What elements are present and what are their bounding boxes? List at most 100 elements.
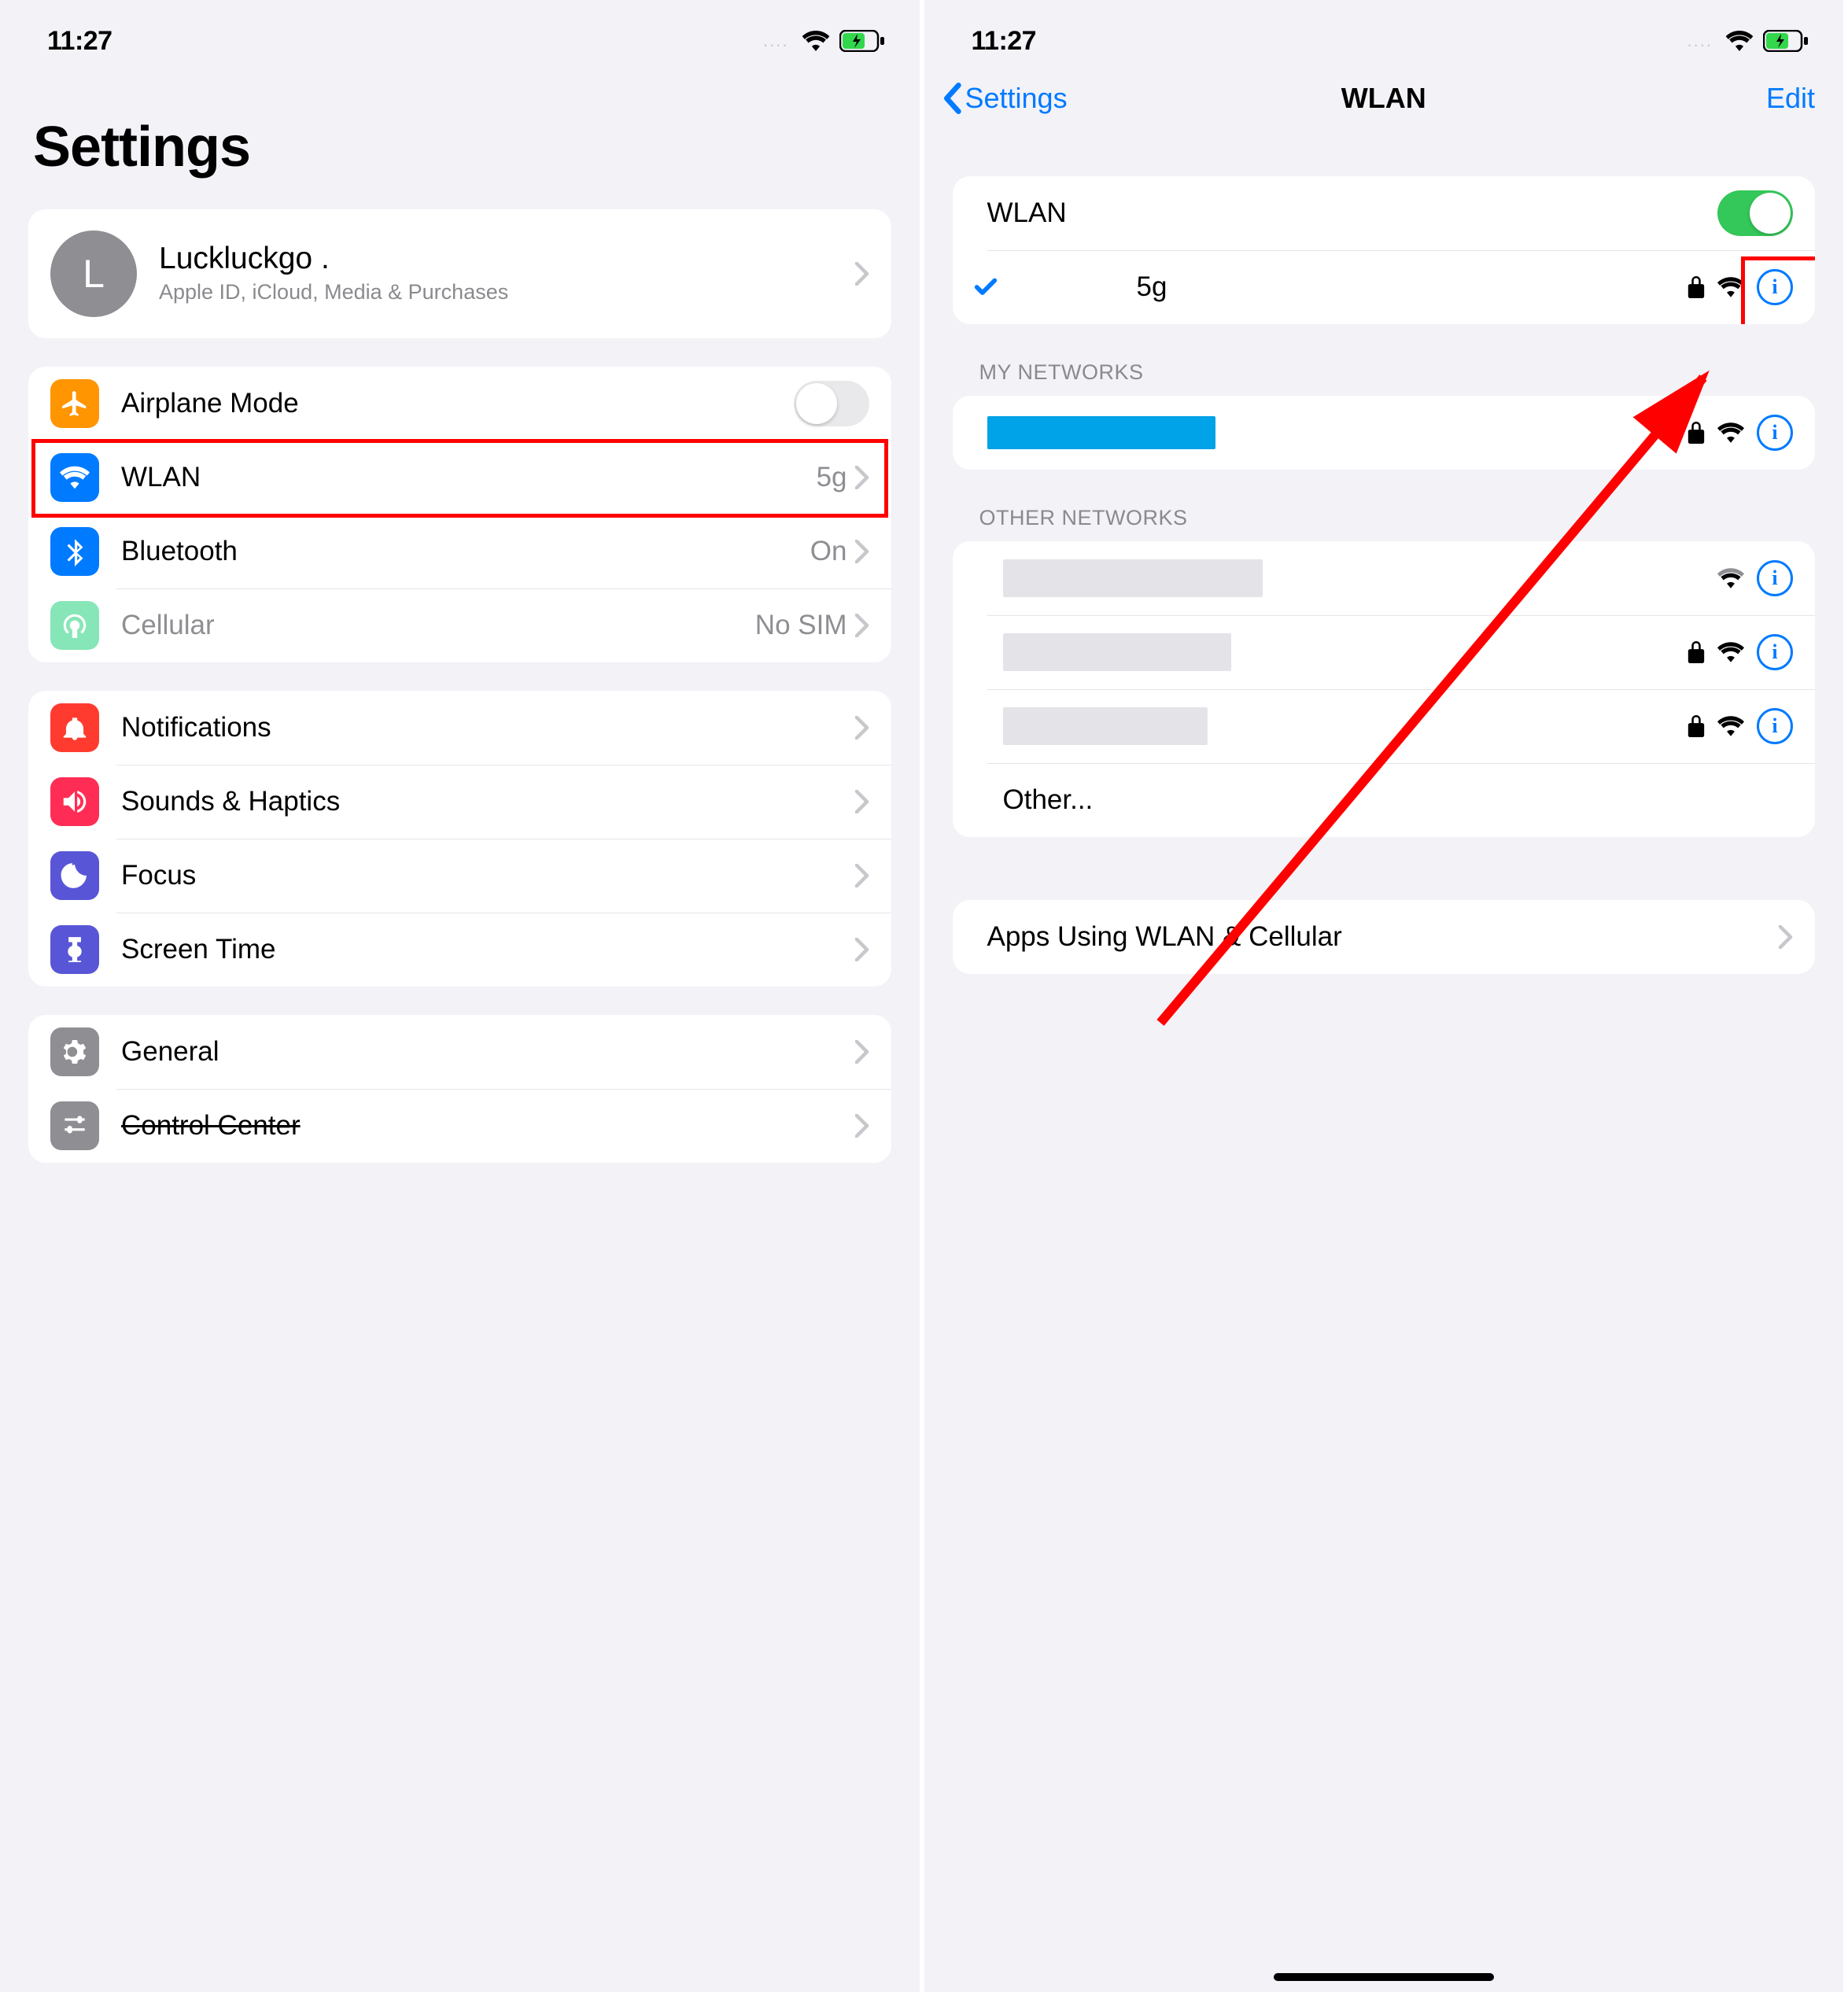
my-network-name: [987, 416, 1688, 449]
chevron-right-icon: [855, 1114, 869, 1138]
chevron-right-icon: [855, 262, 869, 286]
bluetooth-detail: On: [810, 536, 847, 567]
cellular-row[interactable]: Cellular No SIM: [28, 588, 891, 662]
wifi-signal-icon: [1717, 568, 1744, 588]
connected-network-row[interactable]: 5g i: [953, 250, 1816, 324]
chevron-left-icon: [942, 83, 962, 114]
notifications-row[interactable]: Notifications: [28, 691, 891, 765]
bluetooth-row[interactable]: Bluetooth On: [28, 515, 891, 588]
info-button[interactable]: i: [1757, 634, 1793, 670]
wlan-screen: 11:27 .... Settings WLAN Edit WLAN: [924, 0, 1848, 1992]
airplane-label: Airplane Mode: [121, 388, 794, 419]
chevron-right-icon: [855, 864, 869, 887]
lock-icon: [1688, 276, 1705, 298]
wlan-detail: 5g: [817, 462, 847, 493]
focus-row[interactable]: Focus: [28, 839, 891, 913]
wifi-signal-icon: [1717, 716, 1744, 736]
my-networks-header: MY NETWORKS: [924, 324, 1844, 396]
chevron-right-icon: [855, 540, 869, 563]
connected-network-name: 5g: [1008, 271, 1688, 303]
apple-id-group: L Luckluckgo . Apple ID, iCloud, Media &…: [28, 209, 891, 338]
account-name: Luckluckgo .: [159, 242, 855, 276]
general-label: General: [121, 1036, 855, 1068]
status-icons: ....: [763, 30, 884, 52]
my-networks-group: i: [953, 396, 1816, 470]
control-center-label: Control Center: [121, 1110, 855, 1142]
control-center-row[interactable]: Control Center: [28, 1089, 891, 1163]
chevron-right-icon: [855, 938, 869, 961]
airplane-mode-row[interactable]: Airplane Mode: [28, 367, 891, 441]
account-sub: Apple ID, iCloud, Media & Purchases: [159, 279, 855, 306]
sounds-row[interactable]: Sounds & Haptics: [28, 765, 891, 839]
airplane-toggle[interactable]: [794, 381, 869, 426]
notifications-icon: [50, 703, 99, 752]
back-button[interactable]: Settings: [942, 82, 1068, 115]
airplane-icon: [50, 379, 99, 428]
other-manual-row[interactable]: Other...: [953, 763, 1816, 837]
info-button[interactable]: i: [1757, 708, 1793, 744]
connectivity-group: Airplane Mode WLAN 5g Bluetooth On Cellu…: [28, 367, 891, 662]
general-row[interactable]: General: [28, 1015, 891, 1089]
notifications-group: Notifications Sounds & Haptics Focus Scr…: [28, 691, 891, 987]
home-indicator[interactable]: [1274, 1973, 1494, 1981]
other-network-name: [1003, 559, 1718, 597]
chevron-right-icon: [855, 466, 869, 489]
wlan-icon: [50, 453, 99, 502]
general-icon: [50, 1027, 99, 1076]
wlan-toggle-group: WLAN 5g i: [953, 176, 1816, 324]
info-button[interactable]: i: [1757, 415, 1793, 451]
apps-using-wlan-label: Apps Using WLAN & Cellular: [987, 921, 1780, 953]
edit-button[interactable]: Edit: [1766, 82, 1815, 115]
focus-label: Focus: [121, 860, 855, 891]
cellular-dots-icon: ....: [763, 31, 788, 51]
other-network-row[interactable]: i: [953, 541, 1816, 615]
status-icons: ....: [1688, 30, 1809, 52]
notifications-label: Notifications: [121, 712, 855, 743]
apps-using-wlan-group: Apps Using WLAN & Cellular: [953, 900, 1816, 974]
wlan-row[interactable]: WLAN 5g: [28, 441, 891, 515]
chevron-right-icon: [855, 716, 869, 740]
avatar: L: [50, 231, 137, 317]
apple-id-row[interactable]: L Luckluckgo . Apple ID, iCloud, Media &…: [28, 209, 891, 338]
other-label: Other...: [1003, 784, 1794, 816]
other-networks-group: i i i Other...: [953, 541, 1816, 837]
wlan-toggle-label: WLAN: [987, 197, 1718, 229]
back-label: Settings: [965, 82, 1068, 115]
lock-icon: [1688, 641, 1705, 663]
status-time: 11:27: [972, 26, 1037, 57]
cellular-dots-icon: ....: [1688, 31, 1713, 51]
my-network-row[interactable]: i: [953, 396, 1816, 470]
info-button[interactable]: i: [1757, 560, 1793, 596]
wlan-toggle-row[interactable]: WLAN: [953, 176, 1816, 250]
status-bar: 11:27 ....: [0, 0, 920, 68]
chevron-right-icon: [855, 790, 869, 813]
wifi-icon: [1725, 31, 1754, 51]
lock-icon: [1688, 715, 1705, 737]
bluetooth-label: Bluetooth: [121, 536, 810, 567]
nav-title: WLAN: [1341, 82, 1426, 115]
nav-bar: Settings WLAN Edit: [924, 68, 1844, 129]
cellular-label: Cellular: [121, 610, 755, 641]
other-network-name: [1003, 633, 1688, 671]
settings-screen: 11:27 .... Settings L Luckluckgo . Apple…: [0, 0, 924, 1992]
other-network-row[interactable]: i: [953, 615, 1816, 689]
battery-charging-icon: [1763, 30, 1809, 52]
chevron-right-icon: [1779, 925, 1793, 949]
screen-time-row[interactable]: Screen Time: [28, 913, 891, 987]
status-time: 11:27: [47, 26, 113, 57]
checkmark-icon: [968, 274, 1003, 301]
chevron-right-icon: [855, 1040, 869, 1064]
info-button[interactable]: i: [1757, 269, 1793, 305]
status-bar: 11:27 ....: [924, 0, 1844, 68]
other-network-name: [1003, 707, 1688, 745]
chevron-right-icon: [855, 614, 869, 637]
other-networks-header: OTHER NETWORKS: [924, 470, 1844, 541]
apps-using-wlan-row[interactable]: Apps Using WLAN & Cellular: [953, 900, 1816, 974]
page-title: Settings: [0, 68, 920, 201]
wlan-label: WLAN: [121, 462, 817, 493]
cellular-detail: No SIM: [755, 610, 847, 641]
screen-time-icon: [50, 925, 99, 974]
other-network-row[interactable]: i: [953, 689, 1816, 763]
wlan-toggle[interactable]: [1717, 190, 1793, 236]
cellular-icon: [50, 601, 99, 650]
